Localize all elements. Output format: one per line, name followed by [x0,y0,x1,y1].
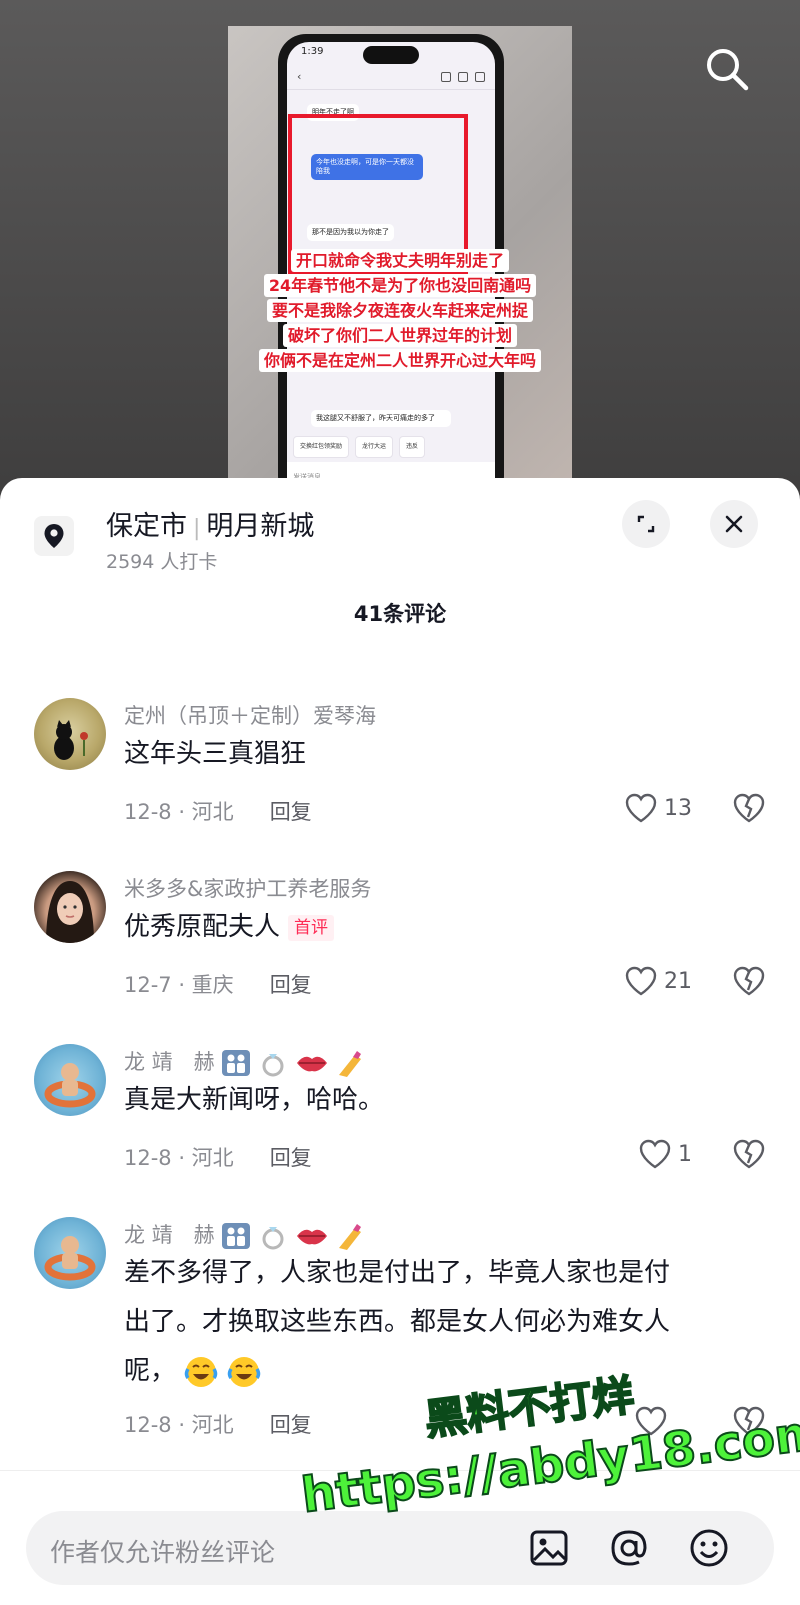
caption-line: 破坏了你们二人世界过年的计划 [282,324,517,347]
comment-username[interactable]: 米多多&家政护工养老服务 [124,873,371,903]
comment-input-placeholder: 作者仅允许粉丝评论 [50,1538,276,1567]
phone-tab: 龙行大运 [355,436,394,458]
like-count: 1 [678,1141,692,1167]
comment-item: 龙 靖 赫 真是大新闻呀，哈哈。 12-8 · 河北 回复 1 [0,1042,800,1202]
search-icon[interactable] [702,44,752,94]
comment-count-title: 41条评论 [353,602,447,626]
close-icon [725,515,743,533]
reply-button[interactable]: 回复 [270,800,312,824]
like-count: 21 [664,968,692,994]
comment-meta: 12-8 · 河北 回复 [124,1409,312,1439]
emoji-icon[interactable] [688,1527,730,1569]
couple-emoji-icon [222,1050,251,1076]
comment-date-region: 12-8 · 河北 [124,800,234,824]
comment-meta: 12-8 · 河北 回复 [124,1142,312,1172]
like-button[interactable]: 21 [624,965,692,997]
couple-emoji-icon [222,1223,251,1249]
first-comment-badge: 首评 [288,914,335,941]
broken-heart-icon[interactable] [732,965,766,997]
comment-date-region: 12-7 · 重庆 [124,973,234,997]
expand-icon [637,515,655,533]
caption-line: 开口就命令我丈夫明年别走了 [290,249,509,272]
dynamic-island [363,46,419,64]
video-player[interactable]: 1:39 ‹ 明年不走了啊 今年也没走啊，可是你一天都没陪我 那不是因为我以为你… [0,0,800,500]
broken-heart-icon[interactable] [732,792,766,824]
video-call-icon [458,71,468,82]
reply-button[interactable]: 回复 [270,1146,312,1170]
phone-tab: 违反 [399,436,426,458]
image-icon[interactable] [528,1527,570,1569]
comment-item: 米多多&家政护工养老服务 优秀原配夫人 首评 12-7 · 重庆 回复 21 [0,869,800,1029]
location-place: 明月新城 [206,511,315,542]
checkin-count: 2594 人打卡 [106,551,218,573]
video-frame: 1:39 ‹ 明年不走了啊 今年也没走啊，可是你一天都没陪我 那不是因为我以为你… [228,26,572,500]
comment-text: 真是大新闻呀，哈哈。 [124,1085,385,1115]
caption-line: 24年春节他不是为了你也没回南通吗 [263,274,537,297]
avatar[interactable] [34,1044,106,1116]
comment-meta: 12-7 · 重庆 回复 [124,969,312,999]
comment-text-tail: 呢， [124,1356,177,1386]
nail-polish-emoji-icon [339,1224,362,1250]
phone-tab: 交换红包领奖励 [293,436,350,458]
comment-text: 这年头三真猖狂 [124,739,307,769]
location-city: 保定市 [106,511,187,542]
location-title: 保定市 | 明月新城 [106,504,314,543]
more-icon [475,71,485,82]
video-caption-overlay: 开口就命令我丈夫明年别走了 24年春节他不是为了你也没回南通吗 要不是我除夕夜连… [228,248,572,373]
lips-emoji-icon [296,1229,327,1245]
close-button[interactable] [710,500,758,548]
broken-heart-icon[interactable] [732,1138,766,1170]
comment-text-line: 差不多得了，人家也是付出了，毕竟人家也是付 [124,1258,671,1288]
like-button[interactable]: 13 [624,792,692,824]
comment-input[interactable]: 作者仅允许粉丝评论 [26,1511,774,1585]
comment-username[interactable]: 龙 靖 赫 [124,1050,215,1074]
crying-laughing-emoji-icon [185,1356,218,1387]
crying-laughing-emoji-icon [227,1356,260,1387]
ring-emoji-icon [262,1227,284,1250]
like-count: 13 [664,795,692,821]
phone-icon [441,71,451,82]
location-pin-icon [34,516,74,556]
comment-text: 优秀原配夫人 [124,912,281,942]
caption-line: 你俩不是在定州二人世界开心过大年吗 [258,349,541,372]
chat-bubble: 我这腿又不舒服了，昨天可痛走的多了 [311,410,451,428]
comment-text-line: 出了。才换取这些东西。都是女人何必为难女人 [124,1307,671,1337]
avatar[interactable] [34,1217,106,1289]
comment-date-region: 12-8 · 河北 [124,1146,234,1170]
comment-username-row: 龙 靖 赫 [124,1219,365,1250]
reply-button[interactable]: 回复 [270,1413,312,1437]
comment-text-line: 优秀原配夫人 首评 [124,903,764,952]
like-button[interactable]: 1 [638,1138,692,1170]
comment-username-row: 龙 靖 赫 [124,1046,365,1077]
comment-meta: 12-8 · 河北 回复 [124,796,312,826]
nail-polish-emoji-icon [339,1051,362,1077]
heart-icon [639,1139,671,1169]
mention-icon[interactable] [608,1527,650,1569]
heart-icon [625,793,657,823]
heart-icon [625,966,657,996]
avatar[interactable] [34,698,106,770]
chat-header: ‹ [287,64,495,90]
expand-button[interactable] [622,500,670,548]
comment-date-region: 12-8 · 河北 [124,1413,234,1437]
location-separator: | [193,516,201,541]
phone-quick-tabs: 交换红包领奖励 龙行大运 违反 [287,436,495,458]
reply-button[interactable]: 回复 [270,973,312,997]
avatar[interactable] [34,871,106,943]
lips-emoji-icon [296,1056,327,1072]
comment-username[interactable]: 龙 靖 赫 [124,1223,215,1247]
ring-emoji-icon [262,1054,284,1077]
back-arrow-icon: ‹ [297,70,302,83]
comment-item: 定州（吊顶＋定制）爱琴海 这年头三真猖狂 12-8 · 河北 回复 13 [0,696,800,856]
caption-line: 要不是我除夕夜连夜火车赶来定州捉 [266,299,533,322]
comment-text: 差不多得了，人家也是付出了，毕竟人家也是付 出了。才换取这些东西。都是女人何必为… [124,1249,764,1396]
comment-username[interactable]: 定州（吊顶＋定制）爱琴海 [124,700,376,730]
